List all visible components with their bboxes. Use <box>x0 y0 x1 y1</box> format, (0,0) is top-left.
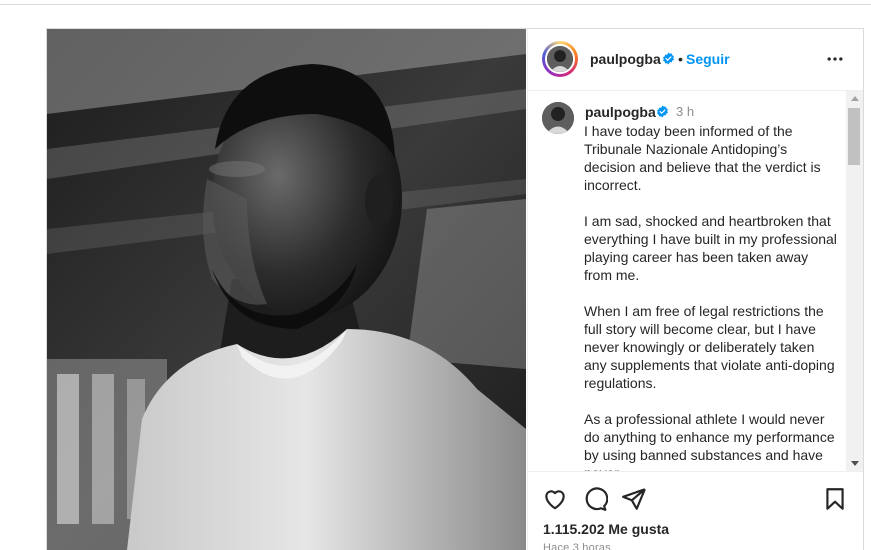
caption-scrollbar[interactable] <box>846 91 863 471</box>
avatar-image <box>547 46 573 72</box>
likes-count[interactable]: 1.115.202 Me gusta <box>543 521 669 537</box>
caption-paragraph: As a professional athlete I would never … <box>584 411 835 471</box>
caption-paragraph: I have today been informed of the Tribun… <box>584 123 821 193</box>
avatar[interactable] <box>545 44 575 74</box>
instagram-post: paulpogba • Seguir paulpogba 3 h I have … <box>46 28 864 550</box>
post-photo[interactable] <box>47 29 526 550</box>
caption-area: paulpogba 3 h I have today been informed… <box>528 91 863 471</box>
caption-time[interactable]: 3 h <box>676 104 694 119</box>
more-options-icon[interactable] <box>825 49 845 69</box>
heart-icon[interactable] <box>542 486 568 512</box>
story-ring[interactable] <box>542 41 578 77</box>
scroll-thumb[interactable] <box>848 108 860 165</box>
scroll-up-arrow-icon[interactable] <box>851 96 859 101</box>
caption-username[interactable]: paulpogba <box>585 104 656 120</box>
action-bar: 1.115.202 Me gusta Hace 3 horas <box>528 471 863 550</box>
caption-paragraph: When I am free of legal restrictions the… <box>584 303 835 391</box>
portrait-image <box>47 29 526 550</box>
caption-text: I have today been informed of the Tribun… <box>584 122 839 471</box>
caption-paragraph: I am sad, shocked and heartbroken that e… <box>584 213 837 283</box>
caption-avatar-image <box>542 102 574 134</box>
post-sidebar: paulpogba • Seguir paulpogba 3 h I have … <box>527 29 863 550</box>
header-username[interactable]: paulpogba <box>590 51 661 67</box>
scroll-down-arrow-icon[interactable] <box>851 461 859 466</box>
verified-badge-icon <box>663 52 674 65</box>
caption-avatar[interactable] <box>542 102 574 134</box>
verified-badge-icon <box>657 105 668 118</box>
follow-separator: • <box>678 51 683 67</box>
post-header: paulpogba • Seguir <box>528 29 863 91</box>
top-divider <box>0 4 871 5</box>
share-icon[interactable] <box>621 486 647 512</box>
bookmark-icon[interactable] <box>822 486 848 512</box>
comment-icon[interactable] <box>582 486 608 512</box>
follow-button[interactable]: Seguir <box>686 51 730 67</box>
